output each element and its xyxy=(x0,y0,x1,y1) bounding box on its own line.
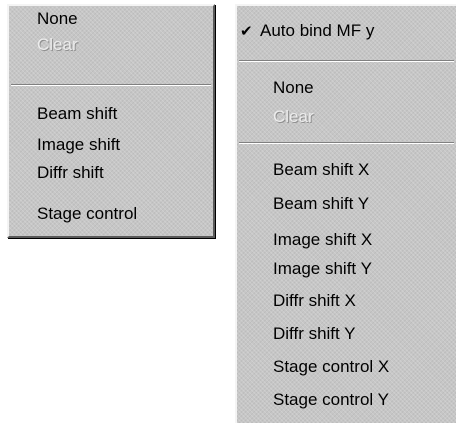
menu-item-diffr-shift[interactable]: Diffr shift xyxy=(37,162,104,184)
menu-item-label: Auto bind MF y xyxy=(260,21,375,40)
menu-item-stage-control-y[interactable]: Stage control Y xyxy=(273,389,389,411)
menu-item-beam-shift-y[interactable]: Beam shift Y xyxy=(273,193,369,215)
menu-item-stage-control-x[interactable]: Stage control X xyxy=(273,356,389,378)
menu-item-auto-bind-mf-y[interactable]: ✔ Auto bind MF y xyxy=(240,20,374,42)
menu-separator xyxy=(239,142,454,144)
menu-item-image-shift[interactable]: Image shift xyxy=(37,134,120,156)
left-context-menu: None Clear Beam shift Image shift Diffr … xyxy=(7,4,215,238)
menu-separator xyxy=(239,60,454,62)
menu-separator xyxy=(11,84,211,86)
menu-item-diffr-shift-x[interactable]: Diffr shift X xyxy=(273,290,356,312)
menu-item-diffr-shift-y[interactable]: Diffr shift Y xyxy=(273,323,356,345)
menu-item-none[interactable]: None xyxy=(37,8,78,30)
right-context-menu: ✔ Auto bind MF y None Clear Beam shift X … xyxy=(235,4,456,423)
menu-item-none[interactable]: None xyxy=(273,77,314,99)
checkmark-icon: ✔ xyxy=(240,23,253,40)
menu-item-image-shift-y[interactable]: Image shift Y xyxy=(273,258,372,280)
menu-item-clear: Clear xyxy=(37,35,78,54)
menu-item-beam-shift[interactable]: Beam shift xyxy=(37,103,117,125)
menu-item-stage-control[interactable]: Stage control xyxy=(37,203,137,225)
menu-item-clear: Clear xyxy=(273,107,314,126)
menu-item-image-shift-x[interactable]: Image shift X xyxy=(273,229,372,251)
menu-item-beam-shift-x[interactable]: Beam shift X xyxy=(273,159,369,181)
